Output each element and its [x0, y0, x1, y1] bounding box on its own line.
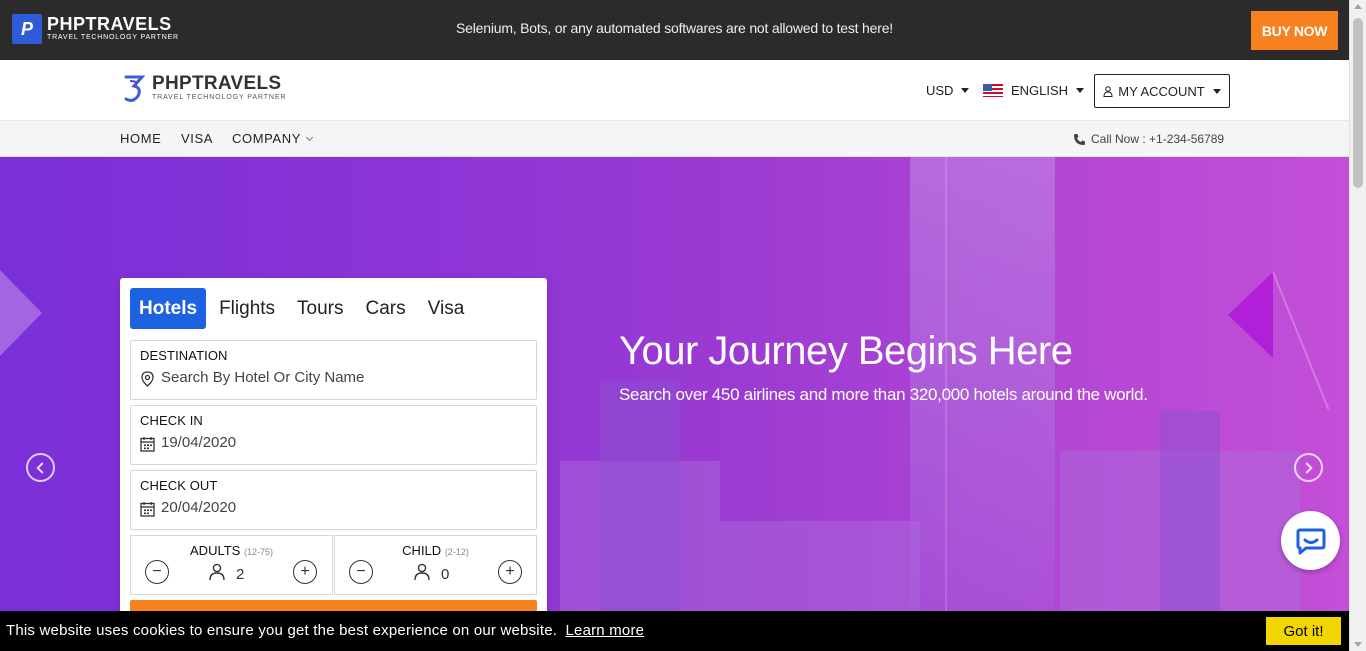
- header-logo-name: PHPTRAVELS: [152, 72, 282, 94]
- scrollbar-thumb[interactable]: [1353, 18, 1363, 188]
- destination-label: DESTINATION: [140, 348, 228, 363]
- bot-notice: Selenium, Bots, or any automated softwar…: [456, 20, 893, 36]
- adults-stepper: ADULTS (12-75) − 2 +: [130, 535, 333, 595]
- language-dropdown[interactable]: ENGLISH: [983, 83, 1085, 98]
- cookie-message-text: This website uses cookies to ensure you …: [6, 622, 558, 639]
- map-pin-icon: [141, 371, 154, 387]
- chevron-left-icon: [36, 461, 48, 474]
- buy-now-button[interactable]: BUY NOW: [1251, 11, 1338, 50]
- chevron-down-icon: [961, 88, 970, 93]
- main-nav: HOME VISA COMPANY Call Now : +1-234-5678…: [0, 121, 1349, 157]
- check-out-label: CHECK OUT: [140, 478, 218, 493]
- child-label: CHILD (2-12): [335, 543, 536, 558]
- hero-tower: [910, 157, 1055, 611]
- tab-tours[interactable]: Tours: [288, 288, 352, 329]
- nav-item-visa[interactable]: VISA: [181, 131, 213, 146]
- adults-minus-button[interactable]: −: [145, 560, 169, 584]
- got-it-button[interactable]: Got it!: [1266, 617, 1341, 645]
- decor-line: [1272, 271, 1330, 410]
- hero-subtitle: Search over 450 airlines and more than 3…: [619, 385, 1148, 404]
- chevron-down-icon: [1076, 88, 1085, 93]
- phptravels-logo-icon: P: [12, 14, 42, 44]
- my-account-label: MY ACCOUNT: [1118, 83, 1205, 99]
- call-now-text: Call Now : +1-234-56789: [1091, 132, 1225, 146]
- destination-input[interactable]: Search By Hotel Or City Name: [161, 369, 364, 386]
- adults-plus-button[interactable]: +: [293, 560, 317, 584]
- child-minus-button[interactable]: −: [349, 560, 373, 584]
- child-stepper: CHILD (2-12) − 0 +: [334, 535, 537, 595]
- top-bar: P PHPTRAVELS TRAVEL TECHNOLOGY PARTNER S…: [0, 0, 1349, 60]
- us-flag-icon: [983, 84, 1003, 97]
- call-now[interactable]: Call Now : +1-234-56789: [1073, 132, 1224, 146]
- nav-item-company[interactable]: COMPANY: [232, 131, 314, 146]
- chevron-down-icon: [305, 133, 314, 142]
- user-icon: [414, 563, 430, 581]
- destination-field[interactable]: DESTINATION Search By Hotel Or City Name: [130, 340, 537, 400]
- check-in-label: CHECK IN: [140, 413, 203, 428]
- header-logo-tagline: TRAVEL TECHNOLOGY PARTNER: [152, 93, 287, 101]
- tab-visa[interactable]: Visa: [419, 288, 474, 329]
- nav-item-home[interactable]: HOME: [120, 131, 161, 146]
- adults-label: ADULTS (12-75): [131, 543, 332, 558]
- scroll-up-icon[interactable]: [1354, 4, 1362, 9]
- tab-flights[interactable]: Flights: [210, 288, 284, 329]
- top-logo-tagline: TRAVEL TECHNOLOGY PARTNER: [47, 33, 179, 41]
- top-logo[interactable]: P PHPTRAVELS TRAVEL TECHNOLOGY PARTNER: [12, 14, 179, 44]
- page-scrollbar[interactable]: [1349, 0, 1366, 651]
- check-out-input[interactable]: 20/04/2020: [161, 499, 236, 516]
- hero-title: Your Journey Begins Here: [619, 329, 1073, 373]
- search-tabs: Hotels Flights Tours Cars Visa: [130, 288, 477, 329]
- decor-triangle-left: [0, 270, 42, 356]
- carousel-next-button[interactable]: [1294, 453, 1323, 482]
- child-label-text: CHILD: [402, 543, 442, 558]
- calendar-icon: [140, 502, 155, 517]
- phone-icon: [1074, 133, 1085, 145]
- search-card: Hotels Flights Tours Cars Visa DESTINATI…: [120, 278, 547, 618]
- tab-cars[interactable]: Cars: [357, 288, 415, 329]
- site-header: PHPTRAVELS TRAVEL TECHNOLOGY PARTNER USD…: [0, 60, 1349, 121]
- cookie-message: This website uses cookies to ensure you …: [6, 622, 644, 639]
- header-logo[interactable]: PHPTRAVELS TRAVEL TECHNOLOGY PARTNER: [120, 72, 286, 104]
- language-label: ENGLISH: [1011, 83, 1069, 98]
- adults-range: (12-75): [243, 547, 273, 557]
- nav-item-company-label: COMPANY: [232, 131, 301, 146]
- hero-building: [1160, 411, 1220, 611]
- check-in-field[interactable]: CHECK IN 19/04/2020: [130, 405, 537, 465]
- user-icon: [209, 563, 225, 581]
- guests-row: ADULTS (12-75) − 2 + CHILD (2-12) − 0 +: [130, 535, 537, 595]
- adults-count: 2: [236, 566, 245, 583]
- live-chat-button[interactable]: [1281, 511, 1340, 570]
- top-logo-name: PHPTRAVELS: [47, 13, 172, 34]
- currency-dropdown[interactable]: USD: [926, 83, 970, 98]
- calendar-icon: [140, 437, 155, 452]
- learn-more-link[interactable]: Learn more: [565, 622, 644, 639]
- child-count: 0: [441, 566, 450, 583]
- user-icon: [1103, 85, 1113, 97]
- check-out-field[interactable]: CHECK OUT 20/04/2020: [130, 470, 537, 530]
- my-account-button[interactable]: MY ACCOUNT: [1094, 74, 1230, 108]
- child-range: (2-12): [444, 547, 469, 557]
- chevron-down-icon: [1212, 88, 1221, 94]
- scroll-down-icon[interactable]: [1354, 642, 1362, 647]
- child-plus-button[interactable]: +: [498, 560, 522, 584]
- check-in-input[interactable]: 19/04/2020: [161, 434, 236, 451]
- phptravels-logo-mark-icon: [124, 75, 146, 102]
- hero-building: [600, 381, 680, 611]
- chat-icon: [1296, 528, 1325, 554]
- tab-hotels[interactable]: Hotels: [130, 288, 207, 329]
- cookie-banner: This website uses cookies to ensure you …: [0, 611, 1349, 651]
- chevron-right-icon: [1301, 461, 1313, 474]
- decor-triangle-right: [1228, 272, 1273, 358]
- hero-building: [720, 521, 920, 611]
- carousel-prev-button[interactable]: [26, 453, 55, 482]
- adults-label-text: ADULTS: [190, 543, 241, 558]
- currency-label: USD: [926, 83, 954, 98]
